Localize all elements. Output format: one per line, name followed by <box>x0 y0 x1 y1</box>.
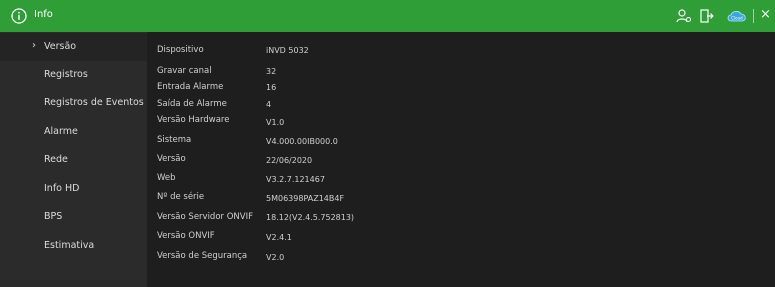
sidebar-item-label: Alarme <box>44 126 78 137</box>
row-label-versao-hardware: Versão Hardware <box>157 115 230 125</box>
version-info-panel: Dispositivo iNVD 5032 Gravar canal 32 En… <box>147 32 775 287</box>
row-label-saida-de-alarme: Saída de Alarme <box>157 99 227 109</box>
sidebar-item-info-hd[interactable]: Info HD <box>0 175 147 203</box>
sidebar-item-label: Registros de Eventos <box>44 97 144 108</box>
sidebar-item-label: Versão <box>44 41 77 52</box>
row-value-sistema: V4.000.00IB000.0 <box>266 137 338 146</box>
row-label-web: Web <box>157 173 176 183</box>
sidebar-item-bps[interactable]: BPS <box>0 203 147 231</box>
sidebar-item-estimativa[interactable]: Estimativa <box>0 232 147 260</box>
sidebar-item-label: Rede <box>44 154 68 165</box>
row-label-numero-de-serie: Nº de série <box>157 192 205 202</box>
row-label-gravar-canal: Gravar canal <box>157 66 212 76</box>
row-value-saida-de-alarme: 4 <box>266 100 272 109</box>
sidebar: › Versão Registros Registros de Eventos … <box>0 32 147 287</box>
sidebar-item-label: Info HD <box>44 183 80 194</box>
cloud-label: Cloud <box>731 16 743 21</box>
window-title: Info <box>34 9 53 20</box>
logout-icon[interactable] <box>698 8 714 24</box>
row-label-versao-onvif: Versão ONVIF <box>157 231 215 241</box>
sidebar-item-rede[interactable]: Rede <box>0 146 147 174</box>
row-value-dispositivo: iNVD 5032 <box>266 46 309 55</box>
header-divider <box>753 9 754 23</box>
row-value-versao-de-seguranca: V2.0 <box>266 253 285 262</box>
row-value-web: V3.2.7.121467 <box>266 175 325 184</box>
row-value-versao-servidor-onvif: 18.12(V2.4.5.752813) <box>266 213 355 222</box>
cloud-icon[interactable]: Cloud <box>726 8 748 24</box>
row-value-numero-de-serie: 5M06398PAZ14B4F <box>266 194 345 203</box>
sidebar-item-label: BPS <box>44 211 63 222</box>
sidebar-item-registros[interactable]: Registros <box>0 61 147 89</box>
sidebar-item-alarme[interactable]: Alarme <box>0 118 147 146</box>
user-icon[interactable] <box>676 8 692 24</box>
chevron-right-icon: › <box>32 40 36 51</box>
info-icon <box>11 8 27 24</box>
sidebar-item-label: Registros <box>44 69 88 80</box>
row-label-versao: Versão <box>157 154 186 164</box>
row-label-versao-de-seguranca: Versão de Segurança <box>157 251 248 261</box>
row-label-versao-servidor-onvif: Versão Servidor ONVIF <box>157 212 253 222</box>
sidebar-item-registros-de-eventos[interactable]: Registros de Eventos <box>0 89 147 117</box>
sidebar-item-versao[interactable]: › Versão <box>0 33 147 61</box>
row-value-versao-onvif: V2.4.1 <box>266 233 292 242</box>
row-label-sistema: Sistema <box>157 135 192 145</box>
row-value-versao-hardware: V1.0 <box>266 118 285 127</box>
row-label-entrada-alarme: Entrada Alarme <box>157 82 224 92</box>
sidebar-item-label: Estimativa <box>44 240 95 251</box>
title-bar: Info Cloud × <box>0 0 775 32</box>
row-value-entrada-alarme: 16 <box>266 83 277 92</box>
row-value-versao: 22/06/2020 <box>266 156 313 165</box>
row-value-gravar-canal: 32 <box>266 67 277 76</box>
close-icon[interactable]: × <box>760 7 771 23</box>
row-label-dispositivo: Dispositivo <box>157 45 204 55</box>
